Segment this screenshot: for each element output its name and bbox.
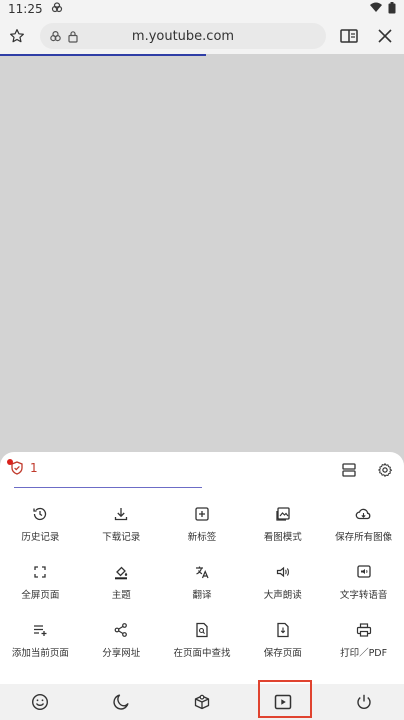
menu-item-add-page[interactable]: 添加当前页面: [0, 616, 81, 674]
theme-icon: [111, 562, 131, 582]
emoji-button[interactable]: [0, 684, 81, 720]
battery-icon: [388, 1, 396, 17]
menu-item-history[interactable]: 历史记录: [0, 500, 81, 558]
menu-item-save-all-images[interactable]: 保存所有图像: [323, 500, 404, 558]
layout-icon: [342, 463, 356, 477]
menu-item-print-pdf[interactable]: 打印／PDF: [323, 616, 404, 674]
status-bar: 11:25: [0, 0, 404, 18]
extensions-icon: [194, 694, 210, 710]
menu-item-image-view[interactable]: 看图模式: [242, 500, 323, 558]
menu-item-label: 在页面中查找: [173, 648, 231, 659]
bottom-action-bar: [0, 684, 404, 720]
menu-item-label: 历史记录: [21, 532, 60, 543]
emoji-icon: [32, 693, 49, 711]
menu-item-translate[interactable]: 翻译: [162, 558, 243, 616]
highlight-box: [258, 680, 312, 718]
menu-item-label: 全屏页面: [21, 590, 60, 601]
menu-header: 1: [0, 452, 404, 492]
find-in-page-icon: [192, 620, 212, 640]
menu-item-text-to-speech[interactable]: 文字转语音: [323, 558, 404, 616]
exit-button[interactable]: [323, 684, 404, 720]
download-icon: [111, 504, 131, 524]
menu-item-theme[interactable]: 主题: [81, 558, 162, 616]
text-to-speech-icon: [354, 562, 374, 582]
menu-item-new-tab[interactable]: 新标签: [162, 500, 243, 558]
settings-button[interactable]: [374, 459, 396, 481]
menu-item-label: 主题: [111, 590, 131, 601]
url-text[interactable]: m.youtube.com: [40, 29, 326, 44]
menu-item-find-in-page[interactable]: 在页面中查找: [162, 616, 243, 674]
web-content-area[interactable]: [0, 56, 404, 452]
menu-item-label: 文字转语音: [339, 590, 388, 601]
blocked-count: 1: [30, 461, 38, 475]
menu-item-label: 保存页面: [263, 648, 302, 659]
link-status-icon: [51, 1, 63, 17]
browser-toolbar: m.youtube.com: [0, 18, 404, 54]
menu-item-read-aloud[interactable]: 大声朗读: [242, 558, 323, 616]
save-page-icon: [273, 620, 293, 640]
bookmark-star-button[interactable]: [0, 19, 34, 53]
share-icon: [111, 620, 131, 640]
night-mode-icon: [113, 694, 129, 710]
new-tab-icon: [192, 504, 212, 524]
close-tab-button[interactable]: [368, 19, 402, 53]
history-icon: [30, 504, 50, 524]
add-page-icon: [30, 620, 50, 640]
menu-item-label: 分享网址: [102, 648, 141, 659]
ad-blocker-button[interactable]: 1: [7, 459, 38, 475]
menu-item-share-url[interactable]: 分享网址: [81, 616, 162, 674]
address-bar[interactable]: m.youtube.com: [40, 23, 326, 49]
close-icon: [378, 29, 392, 43]
menu-item-downloads[interactable]: 下载记录: [81, 500, 162, 558]
fullscreen-icon: [30, 562, 50, 582]
night-mode-button[interactable]: [81, 684, 162, 720]
cloud-save-icon: [354, 504, 374, 524]
menu-item-label: 保存所有图像: [335, 532, 393, 543]
notification-dot: [7, 459, 13, 465]
extensions-button[interactable]: [162, 684, 243, 720]
power-icon: [356, 694, 371, 709]
translate-icon: [192, 562, 212, 582]
menu-item-label: 看图模式: [263, 532, 302, 543]
layout-toggle-button[interactable]: [338, 459, 360, 481]
menu-item-label: 下载记录: [102, 532, 141, 543]
print-icon: [354, 620, 374, 640]
header-divider: [14, 487, 202, 488]
menu-item-fullscreen[interactable]: 全屏页面: [0, 558, 81, 616]
browser-menu-sheet: 1 历史记录 下载记录 新标签 看图模式 保存所有图像 全屏页面 主题 翻译 大…: [0, 452, 404, 720]
reader-mode-button[interactable]: [332, 19, 366, 53]
wifi-icon: [370, 2, 382, 16]
menu-item-label: 新标签: [187, 532, 217, 543]
status-time: 11:25: [8, 2, 43, 16]
menu-item-label: 翻译: [192, 590, 212, 601]
menu-item-label: 大声朗读: [263, 590, 302, 601]
image-view-icon: [273, 504, 293, 524]
read-aloud-icon: [273, 562, 293, 582]
menu-grid: 历史记录 下载记录 新标签 看图模式 保存所有图像 全屏页面 主题 翻译 大声朗…: [0, 500, 404, 674]
star-icon: [10, 29, 24, 43]
gear-icon: [378, 463, 393, 477]
menu-item-save-page[interactable]: 保存页面: [242, 616, 323, 674]
reader-mode-icon: [340, 29, 358, 43]
menu-item-label: 打印／PDF: [340, 648, 388, 659]
menu-item-label: 添加当前页面: [11, 648, 69, 659]
